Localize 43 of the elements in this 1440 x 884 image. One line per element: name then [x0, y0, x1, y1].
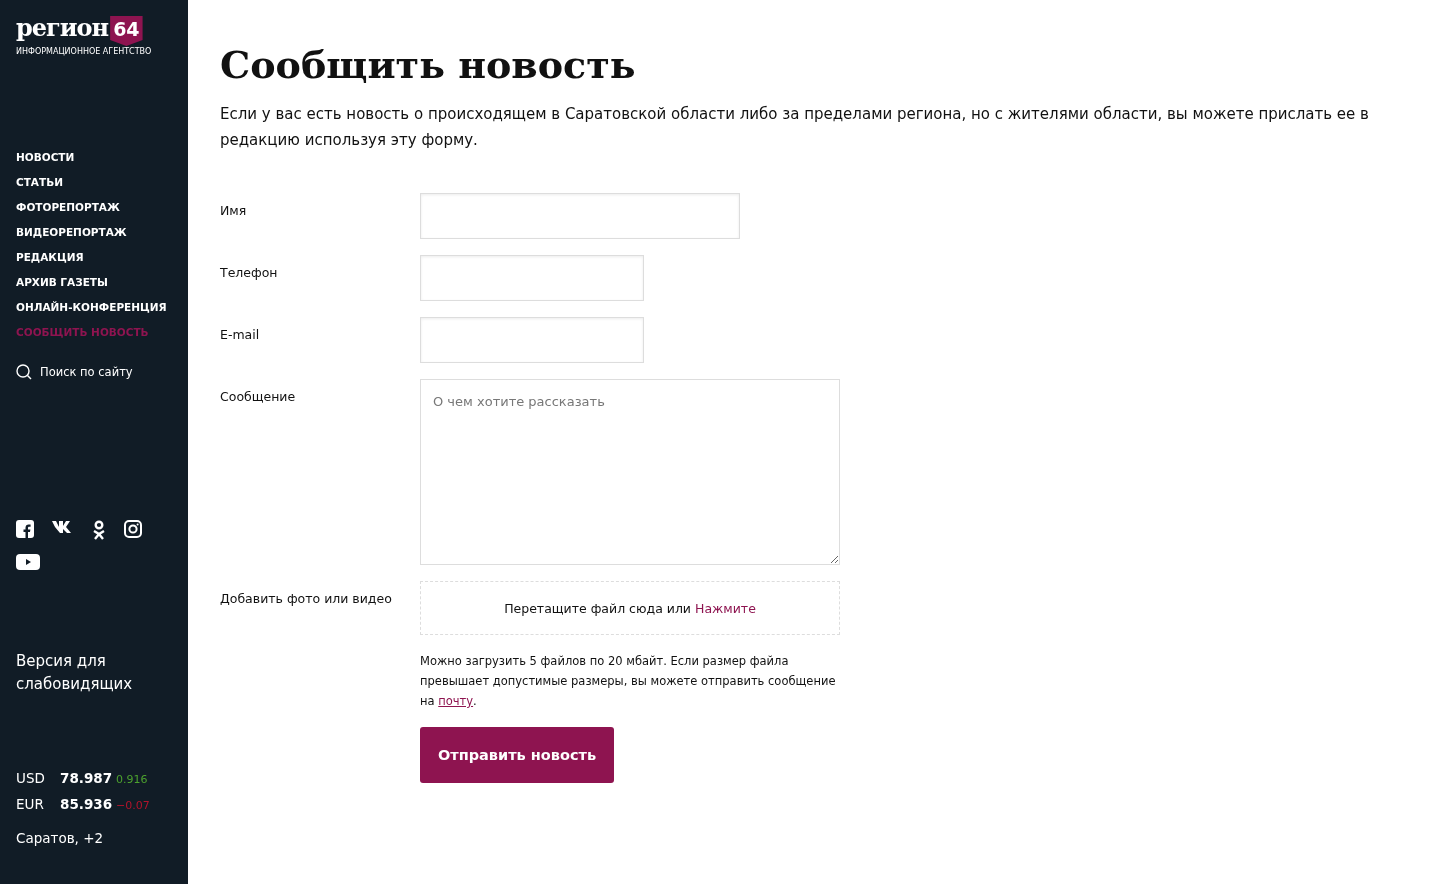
nav-link[interactable]: ФОТОРЕПОРТАЖ: [16, 199, 120, 215]
field-label: Добавить фото или видео: [220, 590, 393, 608]
nav-link[interactable]: АРХИВ ГАЗЕТЫ: [16, 274, 108, 290]
search-link[interactable]: Поиск по сайту: [40, 365, 133, 379]
page-title: Сообщить новость: [220, 42, 637, 87]
submit-button[interactable]: Отправить новость: [420, 727, 614, 783]
vk-icon[interactable]: [52, 520, 74, 534]
intro-text: Если у вас есть новость о происходящем в Саратовской области либо за пределами региона, но с жителями области, вы можете прислать ее в редакцию используя эту форму.: [220, 104, 1370, 151]
instagram-icon[interactable]: [124, 520, 142, 538]
nav-link[interactable]: РЕДАКЦИЯ: [16, 249, 84, 265]
logo-wordmark: регион: [16, 16, 109, 40]
facebook-icon[interactable]: [16, 520, 34, 538]
logo-number-badge: 64: [110, 16, 143, 46]
text-input[interactable]: [420, 193, 740, 239]
weather-text: Саратов, +2: [16, 830, 105, 846]
email-link[interactable]: почту: [438, 694, 474, 708]
logo-tagline: ИНФОРМАЦИОННОЕ АГЕНТСТВО: [16, 47, 152, 57]
field-label: E-mail: [220, 326, 261, 344]
nav-link[interactable]: ОНЛАЙН-КОНФЕРЕНЦИЯ: [16, 299, 167, 315]
text-input[interactable]: [420, 255, 644, 301]
text-input[interactable]: [420, 317, 644, 363]
nav-link[interactable]: ВИДЕОРЕПОРТАЖ: [16, 224, 127, 240]
search-icon[interactable]: [16, 364, 32, 380]
nav-link[interactable]: СТАТЬИ: [16, 174, 63, 190]
upload-link[interactable]: Нажмите: [695, 600, 756, 616]
field-label: Сообщение: [220, 388, 297, 406]
rate-change: 0.916: [116, 773, 148, 786]
odnoklassniki-icon[interactable]: [92, 520, 106, 540]
currency-code: USD: [16, 770, 46, 786]
field-label: Имя: [220, 202, 248, 220]
drop-zone-text: Перетащите файл сюда или Нажмите: [504, 600, 756, 616]
file-drop-zone[interactable]: Перетащите файл сюда или Нажмите: [420, 581, 840, 635]
youtube-icon[interactable]: [16, 554, 40, 570]
currency-code: EUR: [16, 796, 45, 812]
message-textarea[interactable]: О чем хотите рассказать: [420, 379, 840, 565]
rate-change: −0.07: [116, 799, 150, 812]
accessibility-link[interactable]: Версия для слабовидящих: [16, 650, 172, 696]
upload-note: Можно загрузить 5 файлов по 20 мбайт. Если размер файла превышает допустимые размеры, вы можете отправить сообщение на почту.: [420, 653, 837, 710]
field-label: Телефон: [220, 264, 279, 282]
nav-link[interactable]: НОВОСТИ: [16, 149, 75, 165]
currency-rate: 78.987: [60, 770, 113, 786]
site-logo[interactable]: регион 64 ИНФОРМАЦИОННОЕ АГЕНТСТВО: [16, 16, 172, 57]
currency-rate: 85.936: [60, 796, 113, 812]
